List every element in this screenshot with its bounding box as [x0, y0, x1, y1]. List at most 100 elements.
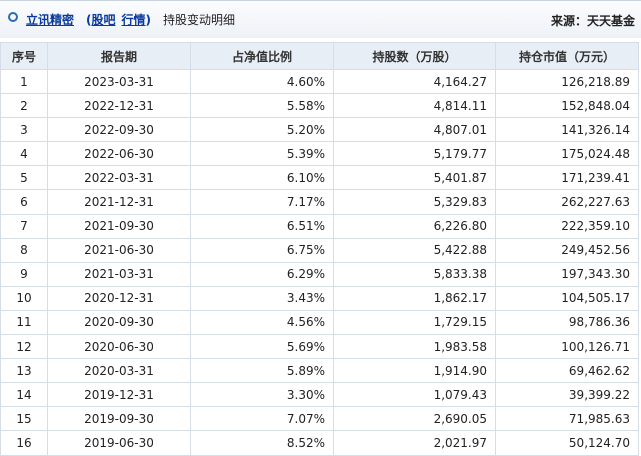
cell-value: 197,343.30: [495, 261, 639, 287]
cell-index: 3: [0, 117, 48, 143]
cell-shares: 4,164.27: [333, 68, 496, 95]
stock-name-link[interactable]: 立讯精密: [26, 11, 74, 28]
cell-value: 104,505.17: [495, 285, 639, 311]
table-row: 16 2019-06-30 8.52% 2,021.97 50,124.70: [0, 430, 639, 456]
paren-close: ): [145, 12, 152, 27]
table-row: 15 2019-09-30 7.07% 2,690.05 71,985.63: [0, 406, 639, 432]
cell-shares: 5,179.77: [333, 141, 496, 167]
table-row: 8 2021-06-30 6.75% 5,422.88 249,452.56: [0, 237, 639, 263]
cell-index: 4: [0, 141, 48, 167]
cell-ratio: 5.20%: [190, 117, 334, 143]
cell-shares: 1,729.15: [333, 309, 496, 336]
cell-shares: 5,833.38: [333, 261, 496, 287]
cell-shares: 5,401.87: [333, 165, 496, 191]
cell-period: 2020-09-30: [47, 309, 191, 336]
cell-index: 10: [0, 285, 48, 311]
cell-period: 2021-09-30: [47, 213, 191, 239]
panel-title: 持股变动明细: [163, 13, 236, 27]
cell-index: 2: [0, 93, 48, 119]
cell-index: 15: [0, 406, 48, 432]
cell-index: 9: [0, 261, 48, 287]
cell-period: 2021-12-31: [47, 189, 191, 215]
cell-period: 2020-03-31: [47, 358, 191, 384]
cell-value: 175,024.48: [495, 141, 639, 167]
cell-index: 14: [0, 382, 48, 408]
cell-ratio: 5.58%: [190, 93, 334, 119]
cell-ratio: 5.69%: [190, 334, 334, 360]
table-row: 13 2020-03-31 5.89% 1,914.90 69,462.62: [0, 358, 639, 384]
cell-ratio: 3.43%: [190, 285, 334, 311]
cell-value: 98,786.36: [495, 309, 639, 336]
cell-value: 249,452.56: [495, 237, 639, 263]
cell-period: 2022-06-30: [47, 141, 191, 167]
quote-link[interactable]: 行情: [122, 11, 146, 28]
table-row: 5 2022-03-31 6.10% 5,401.87 171,239.41: [0, 165, 639, 191]
cell-period: 2020-12-31: [47, 285, 191, 311]
cell-shares: 1,914.90: [333, 358, 496, 384]
cell-index: 6: [0, 189, 48, 215]
cell-index: 12: [0, 334, 48, 360]
cell-shares: 5,422.88: [333, 237, 496, 263]
cell-ratio: 5.39%: [190, 141, 334, 167]
cell-shares: 6,226.80: [333, 213, 496, 239]
cell-value: 171,239.41: [495, 165, 639, 191]
cell-period: 2019-09-30: [47, 406, 191, 432]
cell-value: 141,326.14: [495, 117, 639, 143]
col-header-period: 报告期: [47, 42, 191, 70]
cell-shares: 1,079.43: [333, 382, 496, 408]
cell-value: 50,124.70: [495, 430, 639, 456]
table-row: 2 2022-12-31 5.58% 4,814.11 152,848.04: [0, 93, 639, 119]
cell-ratio: 3.30%: [190, 382, 334, 408]
panel-header: 立讯精密 ( 股吧 行情 ) 持股变动明细 来源：天天基金: [0, 0, 641, 38]
source-label: 来源：天天基金: [550, 14, 635, 28]
cell-period: 2022-09-30: [47, 117, 191, 143]
cell-index: 5: [0, 165, 48, 191]
cell-ratio: 4.56%: [190, 309, 334, 336]
cell-shares: 1,862.17: [333, 285, 496, 311]
cell-value: 222,359.10: [495, 213, 639, 239]
table-row: 6 2021-12-31 7.17% 5,329.83 262,227.63: [0, 189, 639, 215]
table-row: 7 2021-09-30 6.51% 6,226.80 222,359.10: [0, 213, 639, 239]
cell-period: 2019-12-31: [47, 382, 191, 408]
cell-shares: 1,983.58: [333, 334, 496, 360]
cell-ratio: 4.60%: [190, 68, 334, 95]
cell-shares: 2,021.97: [333, 430, 496, 456]
cell-shares: 5,329.83: [333, 189, 496, 215]
cell-period: 2021-03-31: [47, 261, 191, 287]
cell-period: 2022-12-31: [47, 93, 191, 119]
cell-period: 2021-06-30: [47, 237, 191, 263]
cell-shares: 4,807.01: [333, 117, 496, 143]
cell-index: 1: [0, 68, 48, 95]
table-row: 1 2023-03-31 4.60% 4,164.27 126,218.89: [0, 68, 639, 95]
cell-period: 2022-03-31: [47, 165, 191, 191]
cell-index: 7: [0, 213, 48, 239]
cell-value: 262,227.63: [495, 189, 639, 215]
cell-ratio: 6.29%: [190, 261, 334, 287]
col-header-ratio: 占净值比例: [190, 42, 334, 70]
holdings-table: 序号 报告期 占净值比例 持股数（万股） 持仓市值（万元） 1 2023-03-…: [0, 42, 639, 456]
cell-index: 13: [0, 358, 48, 384]
cell-shares: 4,814.11: [333, 93, 496, 119]
cell-index: 16: [0, 430, 48, 456]
col-header-shares: 持股数（万股）: [333, 42, 496, 70]
cell-ratio: 7.17%: [190, 189, 334, 215]
cell-value: 39,399.22: [495, 382, 639, 408]
cell-value: 100,126.71: [495, 334, 639, 360]
cell-value: 69,462.62: [495, 358, 639, 384]
cell-ratio: 8.52%: [190, 430, 334, 456]
col-header-value: 持仓市值（万元）: [495, 42, 639, 70]
cell-period: 2023-03-31: [47, 68, 191, 95]
table-row: 11 2020-09-30 4.56% 1,729.15 98,786.36: [0, 309, 639, 336]
cell-period: 2020-06-30: [47, 334, 191, 360]
cell-ratio: 6.10%: [190, 165, 334, 191]
cell-ratio: 7.07%: [190, 406, 334, 432]
cell-ratio: 6.75%: [190, 237, 334, 263]
cell-period: 2019-06-30: [47, 430, 191, 456]
cell-value: 126,218.89: [495, 68, 639, 95]
cell-shares: 2,690.05: [333, 406, 496, 432]
table-row: 10 2020-12-31 3.43% 1,862.17 104,505.17: [0, 285, 639, 311]
guba-link[interactable]: 股吧: [92, 11, 116, 28]
table-row: 4 2022-06-30 5.39% 5,179.77 175,024.48: [0, 141, 639, 167]
table-row: 3 2022-09-30 5.20% 4,807.01 141,326.14: [0, 117, 639, 143]
cell-value: 71,985.63: [495, 406, 639, 432]
